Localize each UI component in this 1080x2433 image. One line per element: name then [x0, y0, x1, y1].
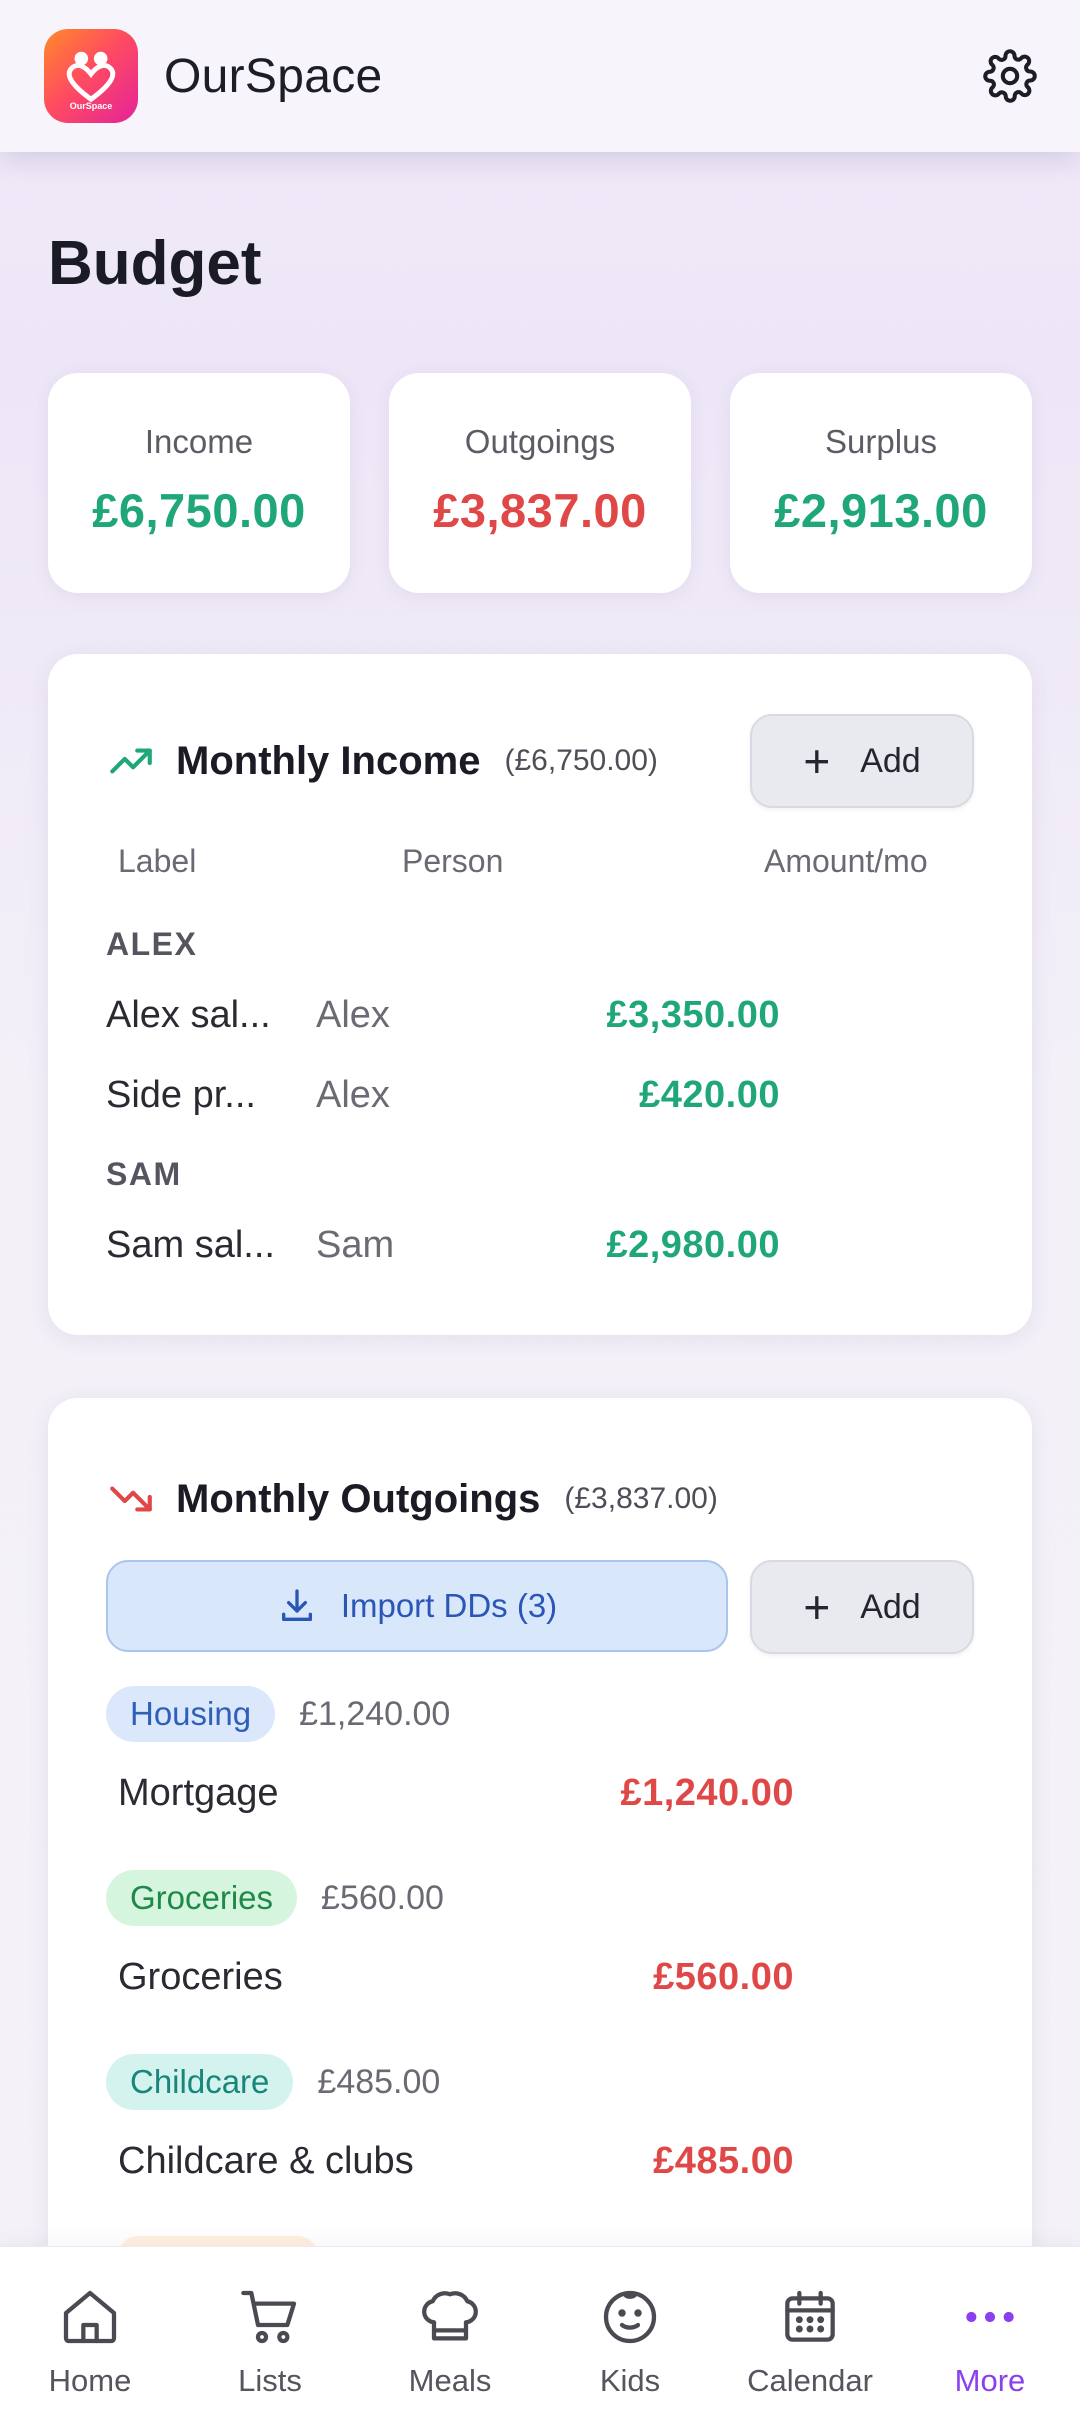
calendar-icon	[785, 2290, 835, 2342]
nav-label: Meals	[408, 2363, 492, 2398]
panel-total: (£3,837.00)	[564, 1482, 718, 1515]
outgoing-amount: £1,240.00	[620, 1772, 794, 1814]
trending-up-icon	[110, 748, 152, 774]
summary-value: £6,750.00	[92, 484, 306, 537]
nav-lists[interactable]: Lists	[180, 2247, 360, 2433]
category-childcare: Childcare £485.00	[106, 2054, 440, 2110]
column-header-person: Person	[402, 843, 504, 879]
nav-more[interactable]: More	[900, 2247, 1080, 2433]
income-label: Alex sal...	[106, 994, 271, 1036]
nav-home[interactable]: Home	[0, 2247, 180, 2433]
summary-value: £2,913.00	[774, 484, 988, 537]
plus-icon: +	[803, 1581, 831, 1633]
panel-title: Monthly Income	[176, 738, 481, 783]
income-row[interactable]: Sam sal... Sam £2,980.00	[106, 1224, 1032, 1284]
nav-label: More	[954, 2363, 1026, 2398]
nav-label: Home	[48, 2363, 132, 2398]
summary-card-surplus: Surplus £2,913.00	[730, 373, 1032, 593]
nav-label: Calendar	[747, 2363, 873, 2398]
trending-down-icon	[110, 1486, 152, 1512]
income-amount: £2,980.00	[606, 1224, 780, 1266]
more-dots-icon	[966, 2311, 1014, 2323]
summary-label: Outgoings	[464, 423, 616, 460]
chef-hat-icon	[422, 2291, 478, 2341]
face-icon	[603, 2290, 657, 2344]
plus-icon: +	[803, 735, 831, 787]
outgoing-label: Childcare & clubs	[118, 2140, 414, 2182]
app-logo: OurSpace	[44, 29, 138, 123]
income-amount: £420.00	[639, 1074, 780, 1116]
category-tag[interactable]: Housing	[106, 1686, 276, 1742]
category-total: £485.00	[317, 2062, 441, 2101]
income-person: Alex	[316, 994, 390, 1036]
category-total: £560.00	[321, 1878, 444, 1917]
outgoing-label: Mortgage	[118, 1772, 279, 1814]
add-outgoing-button[interactable]: + Add	[750, 1560, 974, 1654]
import-direct-debits-button[interactable]: Import DDs (3)	[106, 1560, 728, 1652]
outgoing-row[interactable]: Groceries £560.00	[118, 1956, 974, 1999]
group-header-sam: SAM	[106, 1156, 182, 1192]
summary-row: Income £6,750.00 Outgoings £3,837.00 Sur…	[48, 373, 1032, 593]
summary-card-income: Income £6,750.00	[48, 373, 350, 593]
home-icon	[63, 2290, 117, 2344]
outgoing-amount: £485.00	[653, 2140, 794, 2182]
panel-title: Monthly Outgoings	[176, 1476, 541, 1521]
income-label: Sam sal...	[106, 1224, 275, 1266]
category-tag[interactable]: Childcare	[106, 2054, 294, 2110]
column-header-amount: Amount/mo	[764, 843, 928, 879]
income-panel-header: Monthly Income (£6,750.00) + Add	[106, 714, 974, 808]
heart-logo-icon	[66, 51, 116, 103]
income-row[interactable]: Alex sal... Alex £3,350.00	[106, 994, 1032, 1054]
nav-kids[interactable]: Kids	[540, 2247, 720, 2433]
income-label: Side pr...	[106, 1074, 256, 1116]
summary-label: Income	[144, 423, 254, 460]
nav-meals[interactable]: Meals	[360, 2247, 540, 2433]
gear-icon	[983, 49, 1037, 103]
income-person: Sam	[316, 1224, 395, 1266]
outgoing-label: Groceries	[118, 1956, 283, 1998]
income-person: Alex	[316, 1074, 390, 1116]
category-groceries: Groceries £560.00	[106, 1870, 444, 1926]
column-header-label: Label	[118, 843, 197, 879]
logo-text: OurSpace	[69, 101, 113, 111]
settings-button[interactable]	[978, 44, 1042, 108]
group-header-alex: ALEX	[106, 926, 198, 962]
nav-label: Kids	[599, 2363, 661, 2398]
cart-icon	[241, 2290, 297, 2344]
category-tag[interactable]: Groceries	[106, 1870, 298, 1926]
summary-card-outgoings: Outgoings £3,837.00	[389, 373, 691, 593]
category-total: £1,240.00	[299, 1694, 451, 1733]
add-label: Add	[860, 1587, 921, 1626]
add-label: Add	[860, 741, 921, 780]
app-header: OurSpace OurSpace	[0, 0, 1080, 152]
income-row[interactable]: Side pr... Alex £420.00	[106, 1074, 1032, 1134]
outgoing-row[interactable]: Childcare & clubs £485.00	[118, 2140, 974, 2183]
summary-label: Surplus	[825, 423, 937, 460]
summary-value: £3,837.00	[433, 484, 647, 537]
page-title: Budget	[48, 229, 262, 298]
outgoing-row[interactable]: Mortgage £1,240.00	[118, 1772, 974, 1815]
bottom-navigation: Home Lists Meals Kids Calendar More	[0, 2246, 1080, 2433]
nav-label: Lists	[238, 2363, 302, 2398]
outgoing-amount: £560.00	[653, 1956, 794, 1998]
import-label: Import DDs (3)	[340, 1587, 558, 1624]
nav-calendar[interactable]: Calendar	[720, 2247, 900, 2433]
income-amount: £3,350.00	[606, 994, 780, 1036]
app-title: OurSpace	[164, 49, 383, 103]
panel-total: (£6,750.00)	[504, 744, 658, 777]
outgoings-panel-header: Monthly Outgoings (£3,837.00)	[106, 1452, 974, 1546]
category-housing: Housing £1,240.00	[106, 1686, 450, 1742]
add-income-button[interactable]: + Add	[750, 714, 974, 808]
download-icon	[281, 1589, 312, 1621]
